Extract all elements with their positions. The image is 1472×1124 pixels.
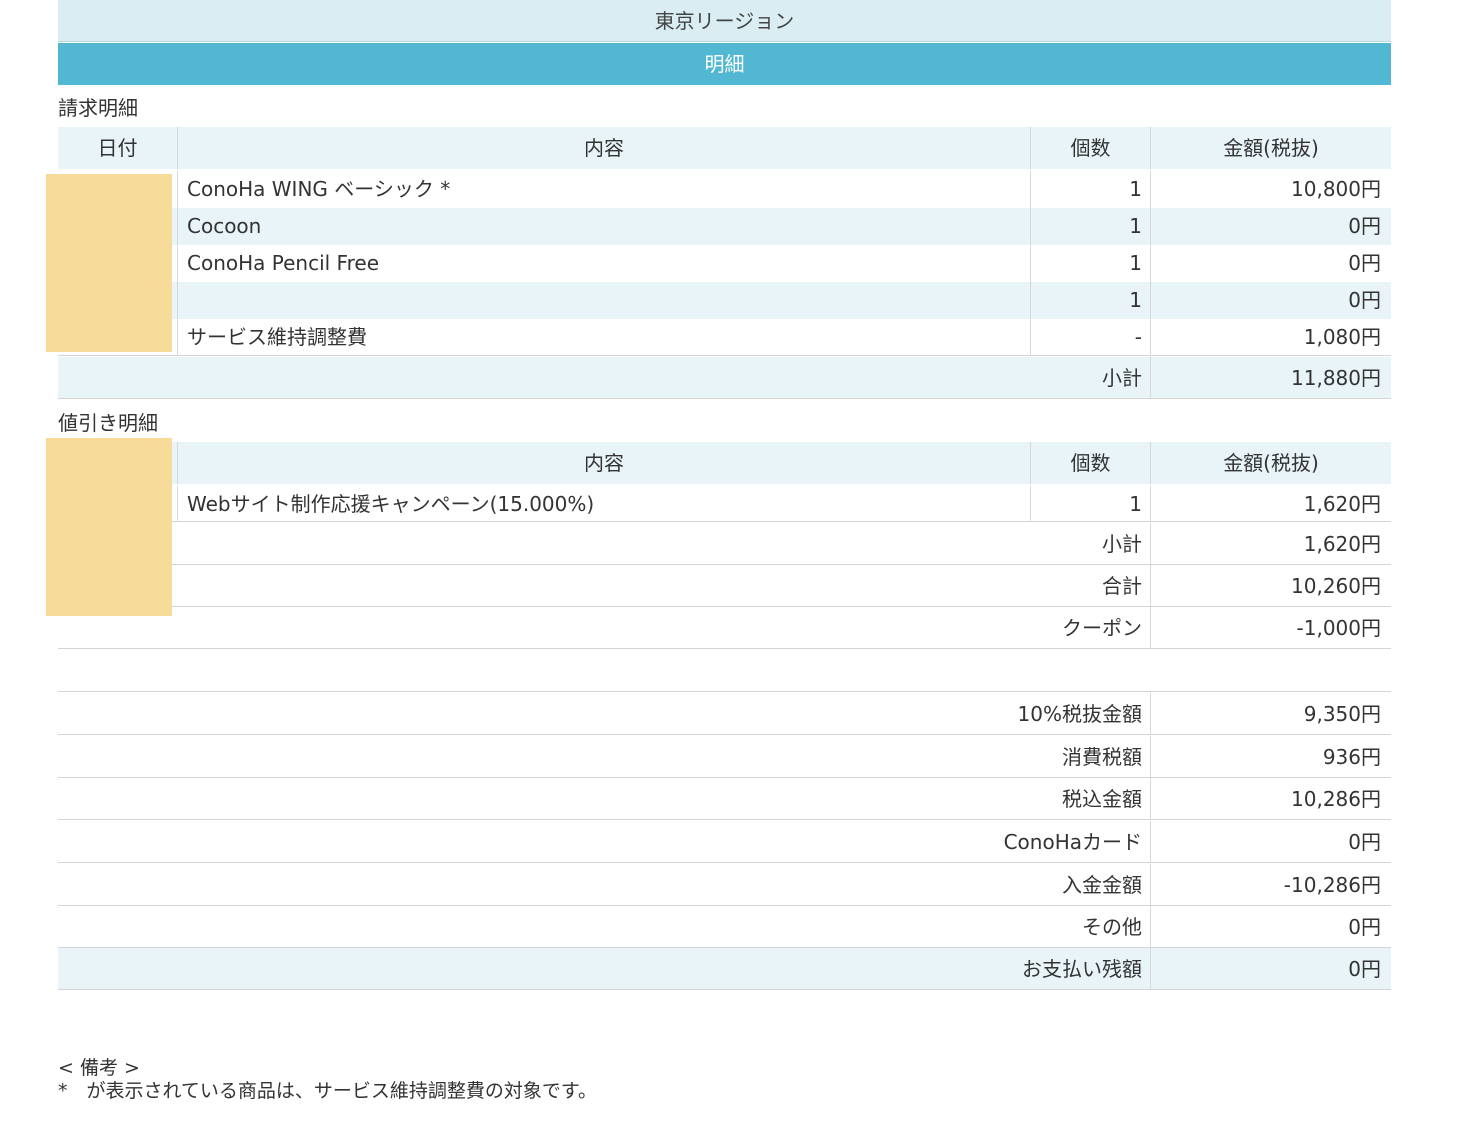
- table-row: サービス維持調整費 - 1,080円: [58, 319, 1391, 356]
- tax-included-value: 10,286円: [1150, 778, 1391, 819]
- tax-included-label: 税込金額: [1062, 787, 1142, 811]
- consumption-tax-label: 消費税額: [1062, 745, 1142, 769]
- other-value: 0円: [1150, 906, 1391, 947]
- item-quantity: 1: [1030, 282, 1150, 319]
- summary-row: 税込金額 10,286円: [58, 778, 1391, 820]
- spacer-row: [58, 650, 1391, 692]
- billing-header-row: 日付 内容 個数 金額(税抜): [58, 127, 1391, 169]
- summary-row: 10%税抜金額 9,350円: [58, 693, 1391, 735]
- item-description: ConoHa Pencil Free: [177, 245, 1030, 282]
- total-row: 合計 10,260円: [58, 565, 1391, 607]
- item-quantity: 1: [1030, 171, 1150, 208]
- summary-row: その他 0円: [58, 906, 1391, 948]
- coupon-value: -1,000円: [1150, 607, 1391, 648]
- balance-value: 0円: [1150, 948, 1391, 989]
- coupon-label: クーポン: [1062, 616, 1142, 640]
- discount-amount: 1,620円: [1150, 486, 1391, 521]
- notes: < 備考 > * が表示されている商品は、サービス維持調整費の対象です。: [58, 1057, 597, 1103]
- conoha-card-label: ConoHaカード: [1003, 830, 1142, 854]
- item-amount: 10,800円: [1150, 171, 1391, 208]
- discount-quantity: 1: [1030, 486, 1150, 521]
- summary-row: 消費税額 936円: [58, 736, 1391, 778]
- notes-heading: < 備考 >: [58, 1057, 140, 1079]
- tax-excluded-value: 9,350円: [1150, 693, 1391, 734]
- balance-label: お支払い残額: [1022, 957, 1142, 981]
- other-label: その他: [1082, 915, 1142, 939]
- discount-subtotal-row: 小計 1,620円: [58, 523, 1391, 565]
- item-amount: 1,080円: [1150, 319, 1391, 355]
- discount-description: Webサイト制作応援キャンペーン(15.000%): [177, 486, 1030, 521]
- consumption-tax-value: 936円: [1150, 736, 1391, 777]
- detail-title: 明細: [58, 43, 1391, 85]
- summary-row: 入金金額 -10,286円: [58, 864, 1391, 906]
- discount-subtotal-label: 小計: [1102, 532, 1142, 556]
- coupon-row: クーポン -1,000円: [58, 607, 1391, 649]
- item-amount: 0円: [1150, 208, 1391, 245]
- redaction-block: [46, 438, 172, 616]
- item-amount: 0円: [1150, 245, 1391, 282]
- table-row: 1 0円: [58, 282, 1391, 319]
- total-value: 10,260円: [1150, 565, 1391, 606]
- item-quantity: -: [1030, 319, 1150, 355]
- table-row: ConoHa WING ベーシック * 1 10,800円: [58, 171, 1391, 208]
- deposit-label: 入金金額: [1062, 873, 1142, 897]
- tax-excluded-label: 10%税抜金額: [1017, 702, 1142, 726]
- header-amount: 金額(税抜): [1150, 127, 1391, 169]
- table-row: Cocoon 1 0円: [58, 208, 1391, 245]
- item-description: ConoHa WING ベーシック *: [177, 171, 1030, 208]
- header-amount: 金額(税抜): [1150, 442, 1391, 484]
- summary-row: ConoHaカード 0円: [58, 821, 1391, 863]
- header-description: 内容: [177, 442, 1030, 484]
- billing-subtotal-row: 小計 11,880円: [58, 357, 1391, 399]
- item-description: [177, 282, 1030, 319]
- billing-section-label: 請求明細: [58, 96, 138, 120]
- item-amount: 0円: [1150, 282, 1391, 319]
- header-date: 日付: [97, 136, 138, 160]
- header-quantity: 個数: [1030, 127, 1150, 169]
- discount-section-label: 値引き明細: [58, 411, 158, 435]
- discount-subtotal-value: 1,620円: [1150, 523, 1391, 564]
- table-row: ConoHa Pencil Free 1 0円: [58, 245, 1391, 282]
- header-quantity: 個数: [1030, 442, 1150, 484]
- conoha-card-value: 0円: [1150, 821, 1391, 862]
- billing-subtotal-value: 11,880円: [1150, 357, 1391, 398]
- item-description: サービス維持調整費: [177, 319, 1030, 355]
- billing-subtotal-label: 小計: [1102, 366, 1142, 390]
- item-quantity: 1: [1030, 245, 1150, 282]
- notes-line: * が表示されている商品は、サービス維持調整費の対象です。: [58, 1080, 598, 1102]
- deposit-value: -10,286円: [1150, 864, 1391, 905]
- discount-header-row: 内容 個数 金額(税抜): [58, 442, 1391, 484]
- header-description: 内容: [177, 127, 1030, 169]
- total-label: 合計: [1102, 574, 1142, 598]
- region-title: 東京リージョン: [58, 0, 1391, 42]
- item-quantity: 1: [1030, 208, 1150, 245]
- table-row: Webサイト制作応援キャンペーン(15.000%) 1 1,620円: [58, 486, 1391, 522]
- item-description: Cocoon: [177, 208, 1030, 245]
- balance-row: お支払い残額 0円: [58, 948, 1391, 990]
- redaction-block: [46, 174, 172, 352]
